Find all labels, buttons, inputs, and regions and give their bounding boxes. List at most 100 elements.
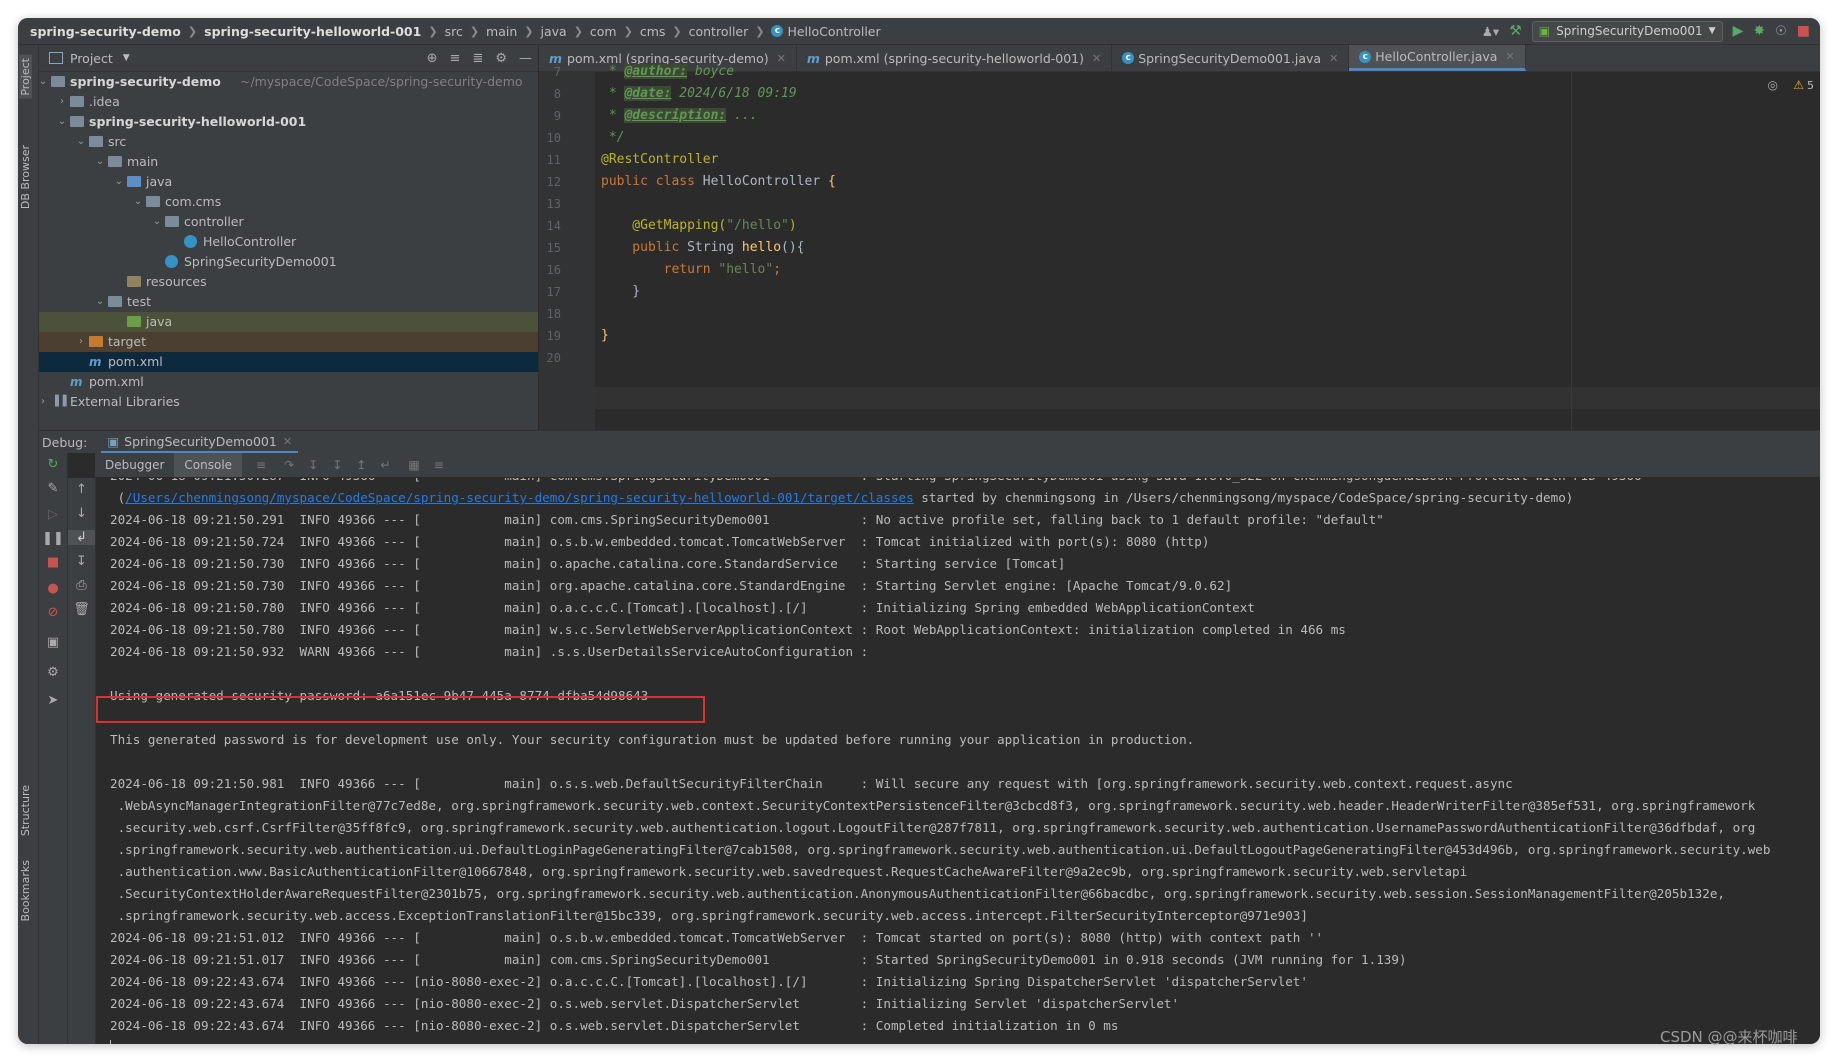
- gear-icon[interactable]: ⚙: [39, 665, 67, 680]
- breadcrumb-item[interactable]: main: [486, 24, 517, 39]
- close-icon[interactable]: ✕: [1092, 52, 1101, 65]
- chevron-down-icon[interactable]: ⌄: [75, 132, 87, 152]
- close-icon[interactable]: ✕: [283, 435, 292, 448]
- step-out-icon[interactable]: ↥: [356, 458, 366, 472]
- modify-config-icon[interactable]: ✎: [39, 481, 67, 496]
- tree-item[interactable]: resources: [39, 272, 538, 292]
- resume-icon[interactable]: ▷: [39, 507, 67, 522]
- tree-item[interactable]: › .idea: [39, 92, 538, 112]
- chevron-down-icon[interactable]: ⌄: [94, 292, 106, 312]
- breadcrumb-item[interactable]: com: [590, 24, 617, 39]
- up-arrow-icon[interactable]: ↑: [68, 482, 95, 497]
- coverage-icon[interactable]: ☉: [1775, 24, 1787, 39]
- chevron-right-icon[interactable]: ›: [75, 332, 87, 352]
- console-link[interactable]: /Users/chenmingsong/myspace/CodeSpace/sp…: [125, 490, 914, 505]
- run-configuration-select[interactable]: ▣ SpringSecurityDemo001 ▼: [1531, 20, 1723, 42]
- tab-console[interactable]: Console: [174, 453, 243, 477]
- breadcrumb-item[interactable]: src: [445, 24, 463, 39]
- collapse-all-icon[interactable]: ≣: [472, 51, 483, 66]
- stop-icon[interactable]: ■: [1797, 23, 1810, 39]
- editor-tab[interactable]: c HelloController.java ✕: [1349, 45, 1526, 71]
- tree-item[interactable]: ⌄ com.cms: [39, 192, 538, 212]
- reader-mode-icon[interactable]: ◎: [1768, 78, 1778, 92]
- project-panel-title[interactable]: Project: [70, 51, 113, 66]
- step-into-icon[interactable]: ↧: [308, 458, 318, 472]
- mute-breakpoints-icon[interactable]: ⊘: [39, 605, 67, 620]
- force-step-into-icon[interactable]: ↧: [332, 458, 342, 472]
- close-icon[interactable]: ✕: [1505, 50, 1514, 63]
- tool-window-structure[interactable]: Structure: [19, 785, 32, 836]
- tree-item[interactable]: m pom.xml: [39, 352, 538, 372]
- print-icon[interactable]: ⎙: [68, 578, 95, 593]
- tree-item[interactable]: › ▐▐ External Libraries: [39, 392, 538, 412]
- soft-wrap-icon[interactable]: ↲: [68, 530, 95, 545]
- gear-icon[interactable]: ⚙: [495, 51, 507, 66]
- left-tool-strip: Project DB Browser Structure Bookmarks: [18, 45, 39, 1044]
- close-icon[interactable]: ✕: [1329, 52, 1338, 65]
- chevron-down-icon[interactable]: ⌄: [37, 72, 49, 92]
- editor-tab[interactable]: c SpringSecurityDemo001.java ✕: [1112, 45, 1350, 71]
- code-token: }: [601, 284, 641, 299]
- tree-item[interactable]: ⌄ java: [39, 172, 538, 192]
- chevron-down-icon[interactable]: ⌄: [113, 172, 125, 192]
- rerun-icon[interactable]: ↻: [39, 457, 67, 472]
- pin-icon[interactable]: ➤: [39, 693, 67, 708]
- layout-icon[interactable]: ≡: [256, 458, 266, 472]
- chevron-down-icon[interactable]: ⌄: [151, 212, 163, 232]
- tree-item[interactable]: HelloController: [39, 232, 538, 252]
- tree-item[interactable]: ⌄ controller: [39, 212, 538, 232]
- tree-item[interactable]: java: [39, 312, 538, 332]
- stop-icon[interactable]: ■: [39, 555, 67, 570]
- chevron-right-icon[interactable]: ›: [37, 392, 49, 412]
- run-icon[interactable]: ▶: [1733, 23, 1744, 39]
- close-icon[interactable]: ✕: [777, 52, 786, 65]
- chevron-right-icon[interactable]: ›: [56, 92, 68, 112]
- tree-item-label: target: [108, 334, 147, 349]
- debug-session-tab[interactable]: ▣ SpringSecurityDemo001 ✕: [101, 431, 299, 453]
- run-to-cursor-icon[interactable]: ↵: [380, 458, 390, 472]
- editor-tab[interactable]: m pom.xml (spring-security-helloworld-001…: [797, 45, 1113, 71]
- tool-window-db-browser[interactable]: DB Browser: [19, 145, 32, 209]
- tree-item[interactable]: › target: [39, 332, 538, 352]
- tree-item[interactable]: SpringSecurityDemo001: [39, 252, 538, 272]
- user-icon[interactable]: ♟▾: [1482, 24, 1499, 39]
- tool-window-project[interactable]: Project: [19, 55, 32, 99]
- line-number: 11: [546, 153, 561, 167]
- breadcrumb-item[interactable]: HelloController: [787, 24, 880, 39]
- tree-item[interactable]: m pom.xml: [39, 372, 538, 392]
- tree-item[interactable]: ⌄ src: [39, 132, 538, 152]
- tool-window-bookmarks[interactable]: Bookmarks: [19, 860, 32, 921]
- tree-item[interactable]: ⌄ main: [39, 152, 538, 172]
- evaluate-icon[interactable]: ▦: [408, 458, 419, 472]
- chevron-down-icon[interactable]: ⌄: [132, 192, 144, 212]
- trace-icon[interactable]: ≡: [434, 458, 444, 472]
- breadcrumb-item[interactable]: controller: [689, 24, 749, 39]
- pause-icon[interactable]: ❚❚: [39, 531, 67, 546]
- trash-icon[interactable]: 🗑: [68, 602, 95, 617]
- chevron-down-icon[interactable]: ⌄: [56, 112, 68, 132]
- chevron-down-icon[interactable]: ⌄: [94, 152, 106, 172]
- warning-icon[interactable]: ⚠: [1793, 78, 1804, 92]
- console-line: 2024-06-18 09:21:50.291 INFO 49366 --- […: [110, 509, 1384, 531]
- debug-icon[interactable]: ✸: [1753, 23, 1765, 39]
- camera-icon[interactable]: ▣: [39, 635, 67, 650]
- down-arrow-icon[interactable]: ↓: [68, 506, 95, 521]
- build-hammer-icon[interactable]: ⚒: [1509, 23, 1522, 39]
- tree-item[interactable]: ⌄ spring-security-helloworld-001: [39, 112, 538, 132]
- breadcrumb-item[interactable]: cms: [640, 24, 666, 39]
- chevron-right-icon: ❯: [524, 24, 534, 38]
- tree-item[interactable]: ⌄ test: [39, 292, 538, 312]
- scroll-to-end-icon[interactable]: ↧: [68, 554, 95, 569]
- view-breakpoints-icon[interactable]: ●: [39, 581, 67, 596]
- breadcrumb-item[interactable]: spring-security-helloworld-001: [204, 24, 421, 39]
- tab-debugger[interactable]: Debugger: [95, 453, 174, 477]
- breadcrumb-item[interactable]: spring-security-demo: [30, 24, 181, 39]
- locate-icon[interactable]: ⊕: [427, 51, 438, 66]
- tree-item[interactable]: ⌄ spring-security-demo ~/myspace/CodeSpace…: [39, 72, 538, 92]
- minimize-icon[interactable]: —: [519, 51, 532, 66]
- chevron-down-icon[interactable]: ▼: [123, 53, 130, 63]
- console-output[interactable]: 2024-06-18 09:21:50.287 INFO 49366 --- […: [96, 478, 1820, 1044]
- breadcrumb-item[interactable]: java: [540, 24, 566, 39]
- expand-all-icon[interactable]: ≡: [450, 51, 461, 66]
- step-over-icon[interactable]: ↷: [284, 458, 294, 472]
